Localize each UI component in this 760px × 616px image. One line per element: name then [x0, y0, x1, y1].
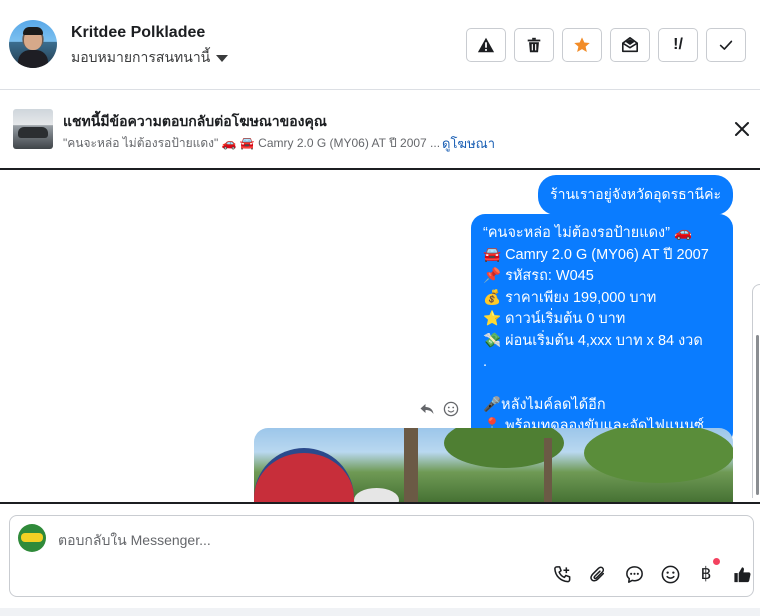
star-button[interactable]: [562, 28, 602, 62]
page-avatar: [18, 524, 46, 552]
mark-unread-button[interactable]: [610, 28, 650, 62]
tree-canopy: [584, 428, 733, 483]
conversation-header: Kritdee Polkladee มอบหมายการสนทนานี้ !/: [0, 0, 760, 90]
paperclip-icon: [589, 565, 604, 582]
assign-conversation-dropdown[interactable]: มอบหมายการสนทนานี้: [71, 47, 229, 69]
bottom-edge: [0, 608, 760, 616]
check-icon: [719, 40, 733, 50]
reply-input[interactable]: [58, 530, 658, 550]
reply-icon[interactable]: [419, 401, 435, 417]
view-ad-link[interactable]: ดูโฆษณา: [442, 133, 495, 154]
chevron-down-icon: [216, 55, 229, 62]
like-button[interactable]: [731, 563, 753, 585]
ad-reply-banner: แชทนี้มีข้อความตอบกลับต่อโฆษณาของคุณ "คน…: [0, 90, 760, 170]
contact-name[interactable]: Kritdee Polkladee: [71, 24, 205, 42]
message-line: 💸 ผ่อนเริ่มต้น 4,xxx บาท x 84 งวด: [483, 332, 703, 349]
palm-trunk: [404, 428, 418, 502]
message-line: 🎤หลังไมค์ลดได้อีก: [483, 396, 606, 413]
call-button[interactable]: [551, 563, 573, 585]
scrollbar[interactable]: [756, 335, 759, 495]
message-line: 🚘 Camry 2.0 G (MY06) AT ปี 2007: [483, 246, 709, 263]
message-line: ⭐ ดาวน์เริ่มต้น 0 บาท: [483, 311, 626, 327]
ad-thumbnail[interactable]: [13, 109, 53, 149]
tent-canopy: [254, 448, 354, 502]
header-actions: !/: [466, 28, 746, 62]
side-panel-edge[interactable]: [752, 284, 760, 498]
page-logo: [21, 533, 43, 542]
avatar-figure: [18, 50, 48, 68]
composer-toolbar: ฿: [551, 558, 753, 585]
trash-icon: [527, 37, 541, 53]
message-line: 📌 รหัสรถ: W045: [483, 268, 594, 284]
ad-banner-title: แชทนี้มีข้อความตอบกลับต่อโฆษณาของคุณ: [63, 113, 327, 129]
delete-button[interactable]: [514, 28, 554, 62]
message-bubble[interactable]: ร้านเราอยู่จังหวัดอุดรธานีค่ะ: [538, 175, 733, 215]
palm-trunk: [544, 438, 552, 502]
close-icon[interactable]: [732, 119, 752, 139]
message-line-blank: [483, 374, 721, 395]
car-image: [18, 127, 48, 138]
saved-replies-button[interactable]: [623, 563, 645, 585]
follow-up-icon: !/: [673, 36, 683, 53]
message-actions: [419, 401, 459, 417]
phone-plus-icon: [553, 565, 570, 582]
warning-icon: [477, 37, 495, 53]
baht-icon: ฿: [700, 564, 712, 584]
open-envelope-icon: [621, 36, 639, 53]
follow-up-button[interactable]: !/: [658, 28, 698, 62]
emoji-button[interactable]: [659, 563, 681, 585]
thumbs-up-icon: [733, 566, 750, 582]
avatar-hair: [23, 27, 43, 35]
assign-label: มอบหมายการสนทนานี้: [71, 49, 211, 65]
ad-banner-subtitle: "คนจะหล่อ ไม่ต้องรอป้ายแดง" 🚗 🚘 Camry 2.…: [63, 136, 441, 150]
message-thread[interactable]: ร้านเราอยู่จังหวัดอุดรธานีค่ะ “คนจะหล่อ …: [0, 170, 760, 502]
notification-dot: [713, 558, 720, 565]
report-spam-button[interactable]: [466, 28, 506, 62]
react-emoji-icon[interactable]: [443, 401, 459, 417]
mark-done-button[interactable]: [706, 28, 746, 62]
contact-avatar[interactable]: [9, 20, 57, 68]
attach-button[interactable]: [587, 563, 609, 585]
message-bubble[interactable]: “คนจะหล่อ ไม่ต้องรอป้ายแดง” 🚗 🚘 Camry 2.…: [471, 214, 733, 446]
star-icon: [574, 37, 590, 53]
chat-bubble-icon: [625, 565, 643, 583]
satellite-dish: [354, 488, 399, 502]
payment-button[interactable]: ฿: [695, 558, 720, 585]
message-line: “คนจะหล่อ ไม่ต้องรอป้ายแดง” 🚗: [483, 225, 693, 241]
message-line: .: [483, 354, 488, 370]
composer-divider: [0, 502, 760, 504]
car-lot-photo[interactable]: [254, 428, 733, 502]
message-line: 💰 ราคาเพียง 199,000 บาท: [483, 289, 657, 306]
emoji-icon: [661, 565, 679, 583]
